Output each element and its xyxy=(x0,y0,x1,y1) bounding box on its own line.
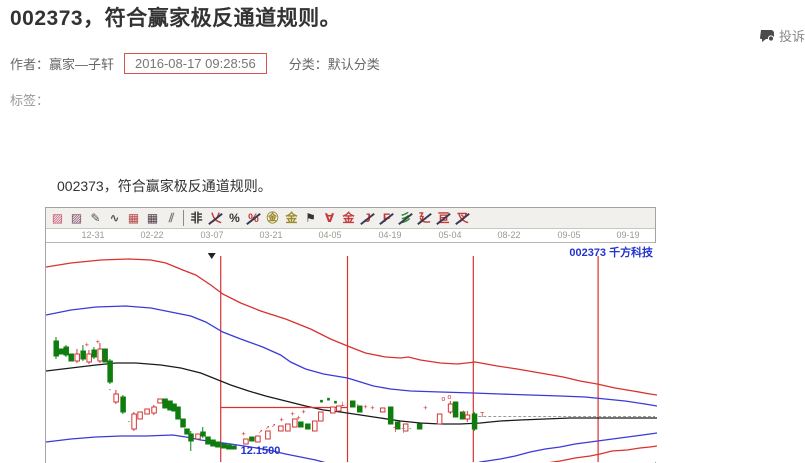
svg-text:▪: ▪ xyxy=(319,397,323,405)
draw-pen-box-icon: ▨ xyxy=(49,210,66,227)
svg-text:+: + xyxy=(301,408,305,416)
gold-box-icon: 金 xyxy=(340,210,357,227)
percent-retrace-icon: % xyxy=(245,210,262,227)
kline-tool-icon: 非 xyxy=(188,210,205,227)
svg-text:-: - xyxy=(348,401,352,409)
svg-text:▪: ▪ xyxy=(333,398,337,406)
svg-text:+: + xyxy=(423,404,427,412)
chart-toolbar: ▨▨✎∿▦▦⫽非乂%%㊎金⚑∀金JF彡廴亘叉 xyxy=(46,208,655,229)
svg-text:+: + xyxy=(96,338,100,346)
gold-circle-icon: ㊎ xyxy=(264,210,281,227)
date-tick-label: 03-21 xyxy=(259,230,282,240)
svg-text:-: - xyxy=(355,401,359,409)
stock-name-label: 002373 千方科技 xyxy=(569,245,654,259)
svg-text:-: - xyxy=(127,418,131,426)
complaint-bubble-icon xyxy=(760,29,775,42)
hatch-slash-icon: 彡 xyxy=(397,210,414,227)
svg-text:↗: ↗ xyxy=(272,421,276,429)
grid-dark-icon: ▦ xyxy=(144,210,161,227)
svg-text:↗: ↗ xyxy=(259,427,263,435)
date-tick-label: 03-07 xyxy=(200,230,223,240)
svg-text:-: - xyxy=(408,425,412,433)
category[interactable]: 分类：默认分类 xyxy=(289,54,380,73)
svg-text:T: T xyxy=(480,411,485,419)
svg-text:o: o xyxy=(441,395,445,403)
date-tick-label: 09-19 xyxy=(616,230,639,240)
box-wave-icon: ∀ xyxy=(321,210,338,227)
svg-text:o: o xyxy=(447,393,451,401)
post-meta: 作者：赢家—子轩 2016-08-17 09:28:56 分类：默认分类 xyxy=(10,53,380,74)
category-value: 默认分类 xyxy=(328,57,380,72)
zigzag-line-icon: ∿ xyxy=(106,210,123,227)
post-date: 2016-08-17 09:28:56 xyxy=(124,53,267,74)
page-title: 002373，符合赢家极反通道规则。 xyxy=(10,2,341,32)
category-label: 分类： xyxy=(289,57,328,72)
svg-text:-: - xyxy=(108,386,112,394)
date-tick-label: 02-22 xyxy=(140,230,163,240)
trend-cross-icon: 乂 xyxy=(207,210,224,227)
svg-text:+: + xyxy=(296,414,300,422)
author-name: 赢家—子轩 xyxy=(49,57,114,72)
gold-section-icon: 金 xyxy=(283,210,300,227)
date-tick-label: 04-19 xyxy=(378,230,401,240)
j-line-icon: J xyxy=(359,210,376,227)
date-tick-label: 05-04 xyxy=(438,230,461,240)
price-label: 12.1500 xyxy=(241,445,281,457)
svg-text:+: + xyxy=(370,404,374,412)
char-slash-3-icon: 叉 xyxy=(454,210,471,227)
svg-text:↓: ↓ xyxy=(461,408,465,416)
complaint-link[interactable]: 投诉 xyxy=(760,26,805,45)
svg-text:↗: ↗ xyxy=(266,423,270,431)
parallel-lines-icon: ⫽ xyxy=(163,210,180,227)
svg-text:+: + xyxy=(280,416,284,424)
f-line-icon: F xyxy=(378,210,395,227)
grid-red-icon: ▦ xyxy=(125,210,142,227)
stock-chart-image[interactable]: ▨▨✎∿▦▦⫽非乂%%㊎金⚑∀金JF彡廴亘叉 12-3102-2203-0703… xyxy=(45,207,656,463)
chart-date-axis: 12-31 02-22 03-07 03-21 04-05 04-19 05-04 08-22… xyxy=(46,229,655,243)
date-tick-label: 12-31 xyxy=(81,230,104,240)
author-label: 作者：赢家—子轩 xyxy=(10,54,114,73)
char-slash-2-icon: 亘 xyxy=(435,210,452,227)
svg-text:+: + xyxy=(242,430,246,438)
svg-text:+: + xyxy=(85,341,89,349)
pencil-line-icon: ✎ xyxy=(87,210,104,227)
blog-post-page: 002373，符合赢家极反通道规则。 投诉 作者：赢家—子轩 2016-08-1… xyxy=(0,0,805,463)
tags-label: 标签： xyxy=(10,90,49,109)
complaint-label: 投诉 xyxy=(779,26,805,45)
char-slash-1-icon: 廴 xyxy=(416,210,433,227)
toolbar-separator xyxy=(183,210,184,226)
svg-text:⊥: ⊥ xyxy=(340,400,344,408)
date-tick-label: 08-22 xyxy=(497,230,520,240)
percent-icon: % xyxy=(226,210,243,227)
svg-text:+: + xyxy=(290,410,294,418)
date-tick-label: 04-05 xyxy=(318,230,341,240)
svg-text:+: + xyxy=(363,403,367,411)
draw-brush-box-icon: ▨ xyxy=(68,210,85,227)
svg-text:▪: ▪ xyxy=(326,395,330,403)
flag-pen-icon: ⚑ xyxy=(302,210,319,227)
post-body-text: 002373，符合赢家极反通道规则。 xyxy=(57,176,272,196)
price-plot: ++--+↗↗↗++++▪▪▪⊥--++TT-+oo↓T002373 千方科技1… xyxy=(46,243,657,462)
date-tick-label: 09-05 xyxy=(557,230,580,240)
